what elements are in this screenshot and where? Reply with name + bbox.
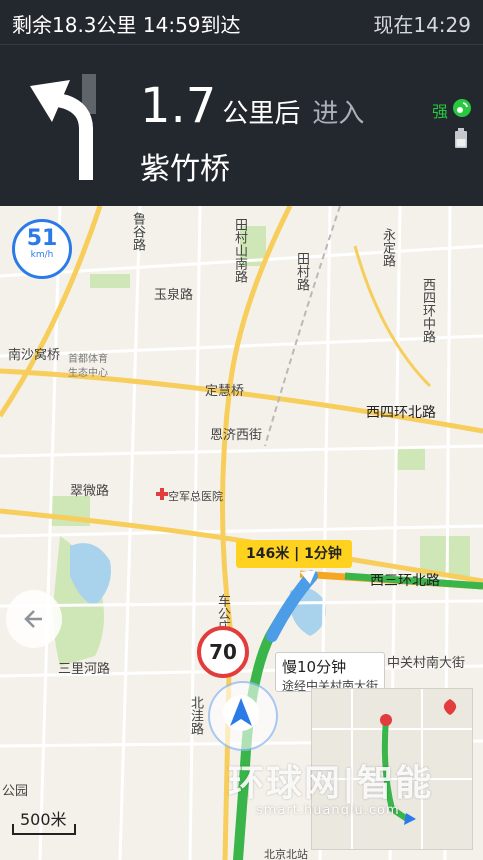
speed-unit: km/h [30,250,54,260]
map-label: 北洼路 [188,696,203,735]
map-label: 永定路 [380,228,395,267]
speed-limit-sign: 70 [197,626,249,678]
divider [0,44,483,45]
navigation-banner: 剩余18.3公里 14:59到达 现在14:29 1.7 公里后 进入 紫竹桥 强 [0,0,483,206]
map-label: 翠微路 [70,484,110,499]
map-label: 西四环北路 [366,405,436,421]
gps-signal-label: 强 [432,102,449,121]
map-label: 定慧桥 [205,384,245,399]
remaining-distance-eta: 剩余18.3公里 14:59到达 [12,13,241,37]
map-label: 西三环北路 [370,573,440,589]
car-position-arrow-icon [223,695,259,731]
map-scale-label: 500米 [20,810,67,829]
hospital-icon [156,488,168,500]
watermark-url: smart.huanqiu.com [256,803,400,818]
watermark-logo: 环球网|智能 [228,763,434,804]
speed-value: 51 [26,226,58,251]
turn-left-arrow-icon [30,74,96,180]
map-label: 恩济西街 [210,428,263,443]
back-button[interactable] [6,590,62,648]
map-label: 鲁谷路 [130,212,145,251]
map-label: 三里河路 [58,662,111,677]
map-label: 北京北站 [264,848,308,860]
trip-status-row: 剩余18.3公里 14:59到达 现在14:29 [0,0,483,44]
alternate-route-delay: 慢10分钟 [282,658,347,676]
battery-icon [455,128,467,148]
compass-north-icon[interactable] [441,698,459,716]
map-label: 空军总医院 [168,490,223,503]
map-label: 西四环中路 [420,278,435,343]
map-label: 中关村南大街 [387,656,466,671]
next-road-name: 紫竹桥 [140,152,230,187]
traffic-segment-tip: 146米 | 1分钟 [236,540,352,568]
arrow-left-icon [24,610,42,628]
current-time: 现在14:29 [373,13,471,37]
gps-signal-icon [453,99,471,117]
alternate-route-tip[interactable]: 慢10分钟 途经中关村南大街 [275,652,385,693]
map-label: 南沙窝桥 [8,348,61,363]
map-label: 田村山南路 [232,218,247,283]
current-speed-badge: 51 km/h [12,219,72,279]
map-label: 玉泉路 [154,288,194,303]
map-label: 公园 [2,784,29,799]
map-label: 田村路 [294,252,309,291]
distance-value: 1.7 [140,78,217,134]
map-label: 生态中心 [68,368,108,379]
map-label: 首都体育 [68,354,108,365]
maneuver-distance: 1.7 公里后 进入 [140,78,364,134]
distance-unit: 公里后 [222,99,301,129]
maneuver-action: 进入 [312,99,365,129]
